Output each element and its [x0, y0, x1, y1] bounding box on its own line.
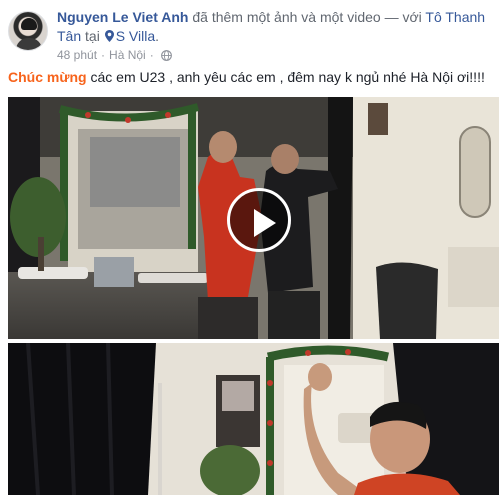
place-link[interactable]: Hà Nội: [109, 48, 146, 62]
timestamp-link[interactable]: 48 phút: [57, 48, 97, 62]
play-icon: [254, 209, 276, 237]
play-button[interactable]: [227, 188, 291, 252]
at-text: tại: [81, 28, 104, 44]
meta-separator-2: ·: [149, 48, 154, 62]
photo-scene: [8, 343, 499, 495]
video-thumbnail[interactable]: [8, 97, 499, 339]
action-text: đã thêm một ảnh và một video — với: [188, 9, 426, 25]
location-link[interactable]: S Villa: [116, 28, 155, 44]
location-pin-icon: [104, 30, 114, 42]
globe-icon[interactable]: [160, 49, 172, 61]
author-name-link[interactable]: Nguyen Le Viet Anh: [57, 9, 188, 25]
post-headline: Nguyen Le Viet Anh đã thêm một ảnh và mộ…: [57, 9, 486, 44]
meta-separator: ·: [101, 48, 106, 62]
avatar[interactable]: [8, 11, 48, 51]
post-header: Nguyen Le Viet Anh đã thêm một ảnh và mộ…: [8, 8, 498, 62]
post-status-text: Chúc mừng các em U23 , anh yêu các em , …: [8, 68, 500, 87]
photo[interactable]: [8, 343, 499, 495]
status-body: các em U23 , anh yêu các em , đêm nay k …: [86, 69, 485, 85]
post-meta: 48 phút · Hà Nội ·: [57, 48, 172, 62]
status-highlight: Chúc mừng: [8, 69, 87, 85]
